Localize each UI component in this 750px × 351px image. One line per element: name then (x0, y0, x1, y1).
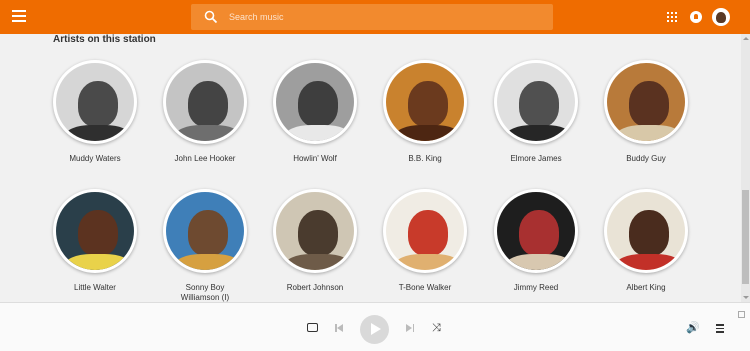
search-icon (204, 10, 218, 24)
skip-previous-icon[interactable] (335, 324, 343, 332)
artist-name: B.B. King (408, 154, 442, 163)
artist-photo (163, 60, 247, 144)
artist-photo (494, 60, 578, 144)
artist-name: T-Bone Walker (398, 283, 452, 292)
artist-photo (494, 189, 578, 273)
artist-card[interactable]: Howlin' Wolf (260, 60, 370, 164)
artist-name: Howlin' Wolf (293, 154, 337, 163)
artist-name: Jimmy Reed (513, 283, 559, 292)
artist-name: Muddy Waters (69, 154, 121, 163)
artist-name: Sonny Boy Williamson (I) (180, 283, 230, 302)
artist-card[interactable]: Buddy Guy (591, 60, 701, 164)
scrollbar-thumb[interactable] (742, 190, 749, 284)
artist-name: Buddy Guy (626, 154, 666, 163)
artist-photo (273, 60, 357, 144)
artist-name: Albert King (626, 283, 666, 292)
artist-photo (163, 189, 247, 273)
queue-icon[interactable] (716, 324, 727, 333)
artist-card[interactable]: Sonny Boy Williamson (I) (150, 189, 260, 302)
artist-photo (383, 189, 467, 273)
artist-photo (273, 189, 357, 273)
play-icon[interactable] (360, 315, 389, 344)
artist-photo (53, 189, 137, 273)
artist-card[interactable]: T-Bone Walker (370, 189, 480, 293)
avatar[interactable] (712, 8, 730, 26)
scroll-down-icon[interactable] (743, 296, 749, 299)
artist-card[interactable]: Albert King (591, 189, 701, 293)
repeat-icon[interactable] (307, 323, 318, 332)
artist-card[interactable]: Muddy Waters (40, 60, 150, 164)
artists-panel: Artists on this station Muddy Waters Joh… (0, 34, 741, 302)
artist-photo (604, 189, 688, 273)
artist-name: Robert Johnson (286, 283, 344, 292)
search-box[interactable] (191, 4, 553, 30)
artist-card[interactable]: John Lee Hooker (150, 60, 260, 164)
menu-icon[interactable] (12, 10, 26, 24)
artist-card[interactable]: Jimmy Reed (481, 189, 591, 293)
artist-card[interactable]: B.B. King (370, 60, 480, 164)
notifications-icon[interactable] (690, 11, 702, 23)
scroll-up-icon[interactable] (743, 37, 749, 40)
artist-photo (604, 60, 688, 144)
artist-card[interactable]: Elmore James (481, 60, 591, 164)
skip-next-icon[interactable] (406, 324, 414, 332)
artist-card[interactable]: Little Walter (40, 189, 150, 293)
artist-name: Elmore James (510, 154, 562, 163)
player-bar: ⤨ 🔊 (0, 302, 750, 351)
apps-grid-icon[interactable] (667, 12, 677, 22)
artist-name: Little Walter (74, 283, 116, 292)
artist-photo (53, 60, 137, 144)
artist-name: John Lee Hooker (174, 154, 236, 163)
search-input[interactable] (229, 8, 539, 26)
artist-card[interactable]: Robert Johnson (260, 189, 370, 293)
artist-photo (383, 60, 467, 144)
section-title: Artists on this station (53, 34, 156, 45)
expand-icon[interactable] (738, 311, 745, 318)
vertical-scrollbar[interactable] (741, 34, 750, 302)
shuffle-icon[interactable]: ⤨ (432, 322, 443, 333)
volume-icon[interactable]: 🔊 (686, 322, 700, 333)
top-app-bar (0, 0, 750, 34)
